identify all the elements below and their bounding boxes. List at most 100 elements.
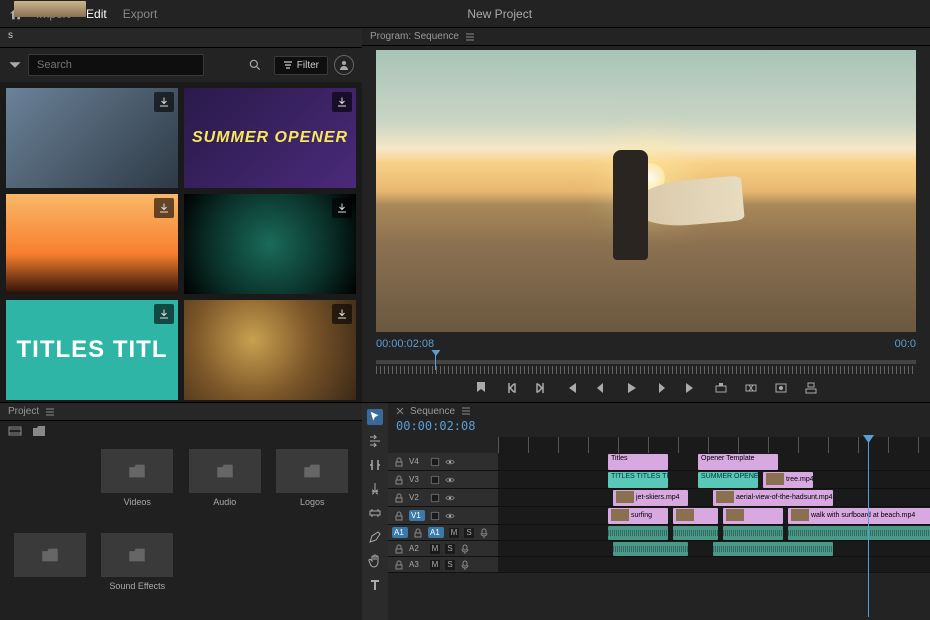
lock-icon[interactable] [394, 475, 404, 485]
track-content-a2[interactable] [498, 541, 930, 556]
go-to-out-icon[interactable] [683, 380, 699, 396]
track-select-tool-icon[interactable] [367, 433, 383, 449]
search-icon[interactable] [248, 58, 262, 72]
mute-icon[interactable]: M [449, 528, 459, 538]
solo-icon[interactable]: S [464, 528, 474, 538]
track-header-v3[interactable]: V3 [388, 471, 498, 488]
add-marker-icon[interactable] [473, 380, 489, 396]
tab-export[interactable]: Export [123, 7, 158, 21]
track-header-a1[interactable]: A1 A1 M S [388, 525, 498, 540]
program-timecode-left[interactable]: 00:00:02:08 [376, 338, 434, 350]
track-header-a3[interactable]: A3 M S [388, 557, 498, 572]
clip-jet-skiers[interactable]: jet-skiers.mp4 [613, 490, 688, 506]
download-icon[interactable] [154, 304, 174, 324]
sync-lock-icon[interactable] [430, 457, 440, 467]
track-content-v4[interactable]: Titles Opener Template [498, 453, 930, 470]
play-icon[interactable] [623, 380, 639, 396]
bin-empty[interactable] [8, 533, 92, 613]
mute-icon[interactable]: M [430, 560, 440, 570]
mark-out-icon[interactable] [533, 380, 549, 396]
slip-tool-icon[interactable] [367, 505, 383, 521]
razor-tool-icon[interactable] [367, 481, 383, 497]
clip-summer-opener-graphic[interactable]: SUMMER OPENER [698, 472, 758, 488]
step-forward-icon[interactable] [653, 380, 669, 396]
download-icon[interactable] [332, 304, 352, 324]
track-header-v2[interactable]: V2 [388, 489, 498, 506]
settings-icon[interactable] [803, 380, 819, 396]
stock-item-sunset[interactable] [6, 194, 178, 294]
clip-audio-a1-3[interactable] [723, 526, 783, 540]
panel-menu-icon[interactable] [461, 406, 471, 416]
mic-icon[interactable] [460, 560, 470, 570]
pen-tool-icon[interactable] [367, 529, 383, 545]
clip-aerial[interactable]: aerial-view-of-the-hadsunt.mp4 [713, 490, 833, 506]
track-header-v4[interactable]: V4 [388, 453, 498, 470]
bin-videos[interactable]: Videos [96, 449, 180, 529]
filter-button[interactable]: Filter [274, 56, 328, 75]
search-input[interactable] [28, 54, 204, 76]
stock-item-aerial[interactable] [184, 194, 356, 294]
bin-logos[interactable]: Logos [271, 449, 355, 529]
clip-titles-graphic[interactable]: TITLES TITLES TITLE [608, 472, 668, 488]
eye-icon[interactable] [445, 475, 455, 485]
hand-tool-icon[interactable] [367, 553, 383, 569]
lock-icon[interactable] [394, 544, 404, 554]
download-icon[interactable] [154, 92, 174, 112]
bin-icon[interactable] [32, 424, 46, 438]
selection-tool-icon[interactable] [367, 409, 383, 425]
program-playhead[interactable] [435, 354, 436, 370]
timeline-ruler[interactable] [498, 437, 930, 453]
mic-icon[interactable] [479, 528, 489, 538]
eye-icon[interactable] [445, 493, 455, 503]
sync-lock-icon[interactable] [430, 493, 440, 503]
clip-v1-c[interactable] [723, 508, 783, 524]
track-header-a2[interactable]: A2 M S [388, 541, 498, 556]
clip-audio-a1-4[interactable] [788, 526, 930, 540]
mic-icon[interactable] [460, 544, 470, 554]
clip-v1-b[interactable] [673, 508, 718, 524]
stock-item-summer-opener[interactable]: SUMMER OPENER [184, 88, 356, 188]
clip-tree[interactable]: tree.mp4 [763, 472, 813, 488]
program-monitor[interactable] [376, 50, 916, 332]
bin-sound-effects[interactable]: Sound Effects [96, 533, 180, 613]
sync-lock-icon[interactable] [430, 511, 440, 521]
mark-in-icon[interactable] [503, 380, 519, 396]
bin-sequence-clip[interactable] [8, 449, 92, 529]
export-frame-icon[interactable] [773, 380, 789, 396]
stock-item-titles[interactable]: TITLES TITL [6, 300, 178, 400]
clip-opener-template[interactable]: Opener Template [698, 454, 778, 470]
track-content-v1[interactable]: surfing walk with surfboard at beach.mp4 [498, 507, 930, 524]
track-content-v3[interactable]: TITLES TITLES TITLE SUMMER OPENER tree.m… [498, 471, 930, 488]
track-content-v2[interactable]: jet-skiers.mp4 aerial-view-of-the-hadsun… [498, 489, 930, 506]
lock-icon[interactable] [394, 511, 404, 521]
stock-item-woman[interactable] [184, 300, 356, 400]
panel-menu-icon[interactable] [45, 407, 55, 417]
lock-icon[interactable] [413, 528, 423, 538]
lock-icon[interactable] [394, 493, 404, 503]
timeline-timecode[interactable]: 00:00:02:08 [388, 419, 930, 437]
extract-icon[interactable] [743, 380, 759, 396]
lock-icon[interactable] [394, 457, 404, 467]
clip-audio-a1-1[interactable] [608, 526, 668, 540]
lock-icon[interactable] [394, 560, 404, 570]
sync-lock-icon[interactable] [430, 475, 440, 485]
solo-icon[interactable]: S [445, 544, 455, 554]
solo-icon[interactable]: S [445, 560, 455, 570]
clip-walk-surfboard[interactable]: walk with surfboard at beach.mp4 [788, 508, 930, 524]
ripple-edit-tool-icon[interactable] [367, 457, 383, 473]
lift-icon[interactable] [713, 380, 729, 396]
clip-surfing[interactable]: surfing [608, 508, 668, 524]
timeline-playhead[interactable] [868, 437, 869, 617]
clip-audio-a2-2[interactable] [713, 542, 833, 556]
tab-edit[interactable]: Edit [86, 7, 107, 21]
sequence-icon[interactable] [8, 424, 22, 438]
track-content-a1[interactable] [498, 525, 930, 540]
track-content-a3[interactable] [498, 557, 930, 572]
mute-icon[interactable]: M [430, 544, 440, 554]
clip-audio-a2-1[interactable] [613, 542, 688, 556]
download-icon[interactable] [154, 198, 174, 218]
close-icon[interactable] [396, 407, 404, 415]
stock-item-friends[interactable] [6, 88, 178, 188]
track-header-v1[interactable]: V1 [388, 507, 498, 524]
clip-titles[interactable]: Titles [608, 454, 668, 470]
